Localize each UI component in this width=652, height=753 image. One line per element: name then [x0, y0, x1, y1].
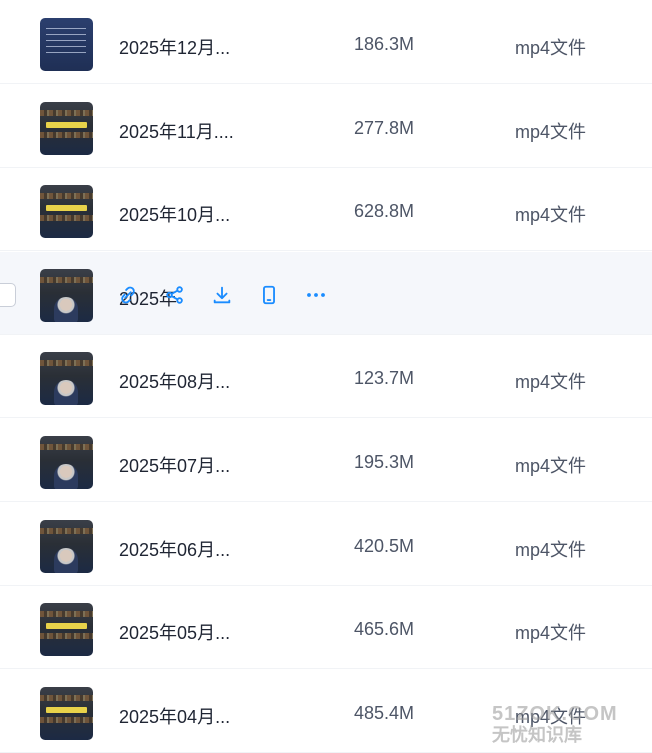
- video-thumbnail[interactable]: [40, 687, 93, 740]
- video-thumbnail[interactable]: [40, 352, 93, 405]
- file-type: mp4文件: [515, 456, 587, 476]
- phone-icon[interactable]: [257, 283, 281, 307]
- file-type: mp4文件: [515, 372, 587, 392]
- file-size: 123.7M: [354, 368, 415, 388]
- file-row[interactable]: 2025年11月.... 277.8M mp4文件: [0, 85, 652, 168]
- file-row[interactable]: 2025年06月... 420.5M mp4文件: [0, 503, 652, 586]
- video-thumbnail[interactable]: [40, 436, 93, 489]
- file-name[interactable]: 2025年07月...: [119, 452, 230, 478]
- more-icon[interactable]: [304, 283, 328, 307]
- download-icon[interactable]: [210, 283, 234, 307]
- video-thumbnail[interactable]: [40, 18, 93, 71]
- file-size: 277.8M: [354, 118, 415, 138]
- watermark: 51ZOK.COM 无忧知识库: [492, 704, 642, 744]
- video-thumbnail[interactable]: [40, 603, 93, 656]
- video-thumbnail[interactable]: [40, 102, 93, 155]
- watermark-text: 无忧知识库: [492, 725, 582, 745]
- file-name[interactable]: 2025年11月....: [119, 118, 234, 144]
- file-row[interactable]: 2025年08月... 123.7M mp4文件: [0, 335, 652, 418]
- file-size: 195.3M: [354, 452, 415, 472]
- file-row[interactable]: 2025年07月... 195.3M mp4文件: [0, 419, 652, 502]
- link-icon[interactable]: [116, 283, 140, 307]
- file-name[interactable]: 2025年12月...: [119, 34, 230, 60]
- video-thumbnail[interactable]: [40, 520, 93, 573]
- file-name[interactable]: 2025年10月...: [119, 201, 230, 227]
- file-type: mp4文件: [515, 540, 587, 560]
- video-thumbnail[interactable]: [40, 185, 93, 238]
- file-row[interactable]: 2025年10月... 628.8M mp4文件: [0, 168, 652, 251]
- file-row[interactable]: 2025年05月... 465.6M mp4文件: [0, 586, 652, 669]
- file-size: 465.6M: [354, 619, 415, 639]
- file-type: mp4文件: [515, 38, 587, 58]
- file-size: 485.4M: [354, 703, 415, 723]
- file-name[interactable]: 2025年06月...: [119, 536, 230, 562]
- file-name[interactable]: 2025年05月...: [119, 619, 230, 645]
- file-size: 186.3M: [354, 34, 415, 54]
- video-thumbnail[interactable]: [40, 269, 93, 322]
- file-type: mp4文件: [515, 122, 587, 142]
- file-size: 420.5M: [354, 536, 415, 556]
- file-name[interactable]: 2025年08月...: [119, 368, 230, 394]
- share-icon[interactable]: [163, 283, 187, 307]
- watermark-domain: 51ZOK.COM: [492, 703, 618, 725]
- file-type: mp4文件: [515, 205, 587, 225]
- file-type: mp4文件: [515, 623, 587, 643]
- file-row[interactable]: 2025年12月... 186.3M mp4文件: [0, 1, 652, 84]
- file-size: 628.8M: [354, 201, 415, 221]
- file-name[interactable]: 2025年04月...: [119, 703, 230, 729]
- select-checkbox[interactable]: [0, 283, 16, 307]
